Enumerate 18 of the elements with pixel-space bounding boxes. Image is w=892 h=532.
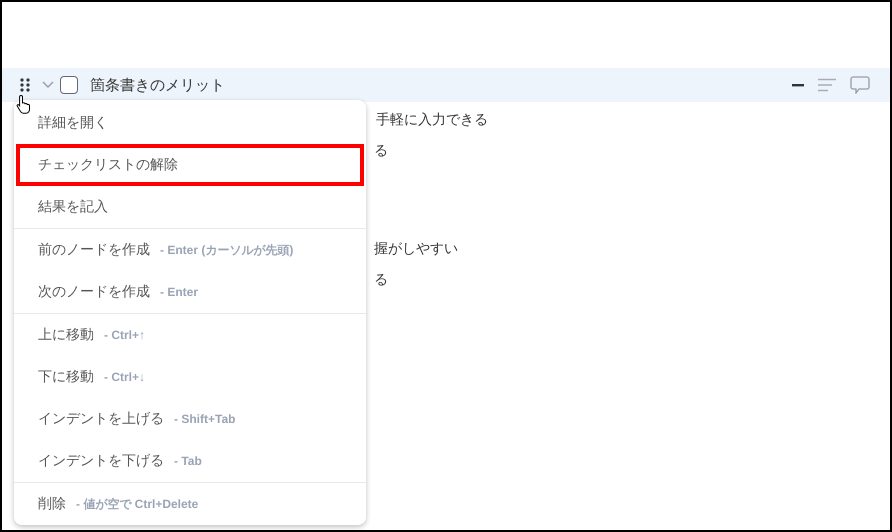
drag-handle-icon[interactable] [20, 78, 30, 92]
menu-item[interactable]: インデントを上げる - Shift+Tab [16, 398, 364, 440]
menu-item[interactable]: 次のノードを作成 - Enter [16, 271, 364, 313]
node-title: 箇条書きのメリット [90, 76, 225, 94]
list-text: 握がしやすい [374, 240, 459, 259]
menu-item[interactable]: チェックリストの解除 [16, 144, 364, 186]
list-text: 手軽に入力できる [375, 111, 489, 130]
list-text: る [374, 271, 389, 290]
collapse-icon[interactable] [792, 83, 804, 87]
menu-item[interactable]: 前のノードを作成 - Enter (カーソルが先頭) [16, 229, 364, 271]
menu-item[interactable]: 下に移動 - Ctrl+↓ [16, 356, 364, 398]
menu-item[interactable]: 上に移動 - Ctrl+↑ [16, 314, 364, 356]
list-text: る [374, 142, 389, 161]
menu-item[interactable]: 削除 - 値が空で Ctrl+Delete [16, 483, 364, 525]
menu-item[interactable]: 結果を記入 [16, 186, 364, 228]
menu-item[interactable]: インデントを下げる - Tab [16, 440, 364, 482]
checkbox[interactable] [60, 76, 78, 94]
menu-item[interactable]: 詳細を開く [16, 102, 364, 144]
